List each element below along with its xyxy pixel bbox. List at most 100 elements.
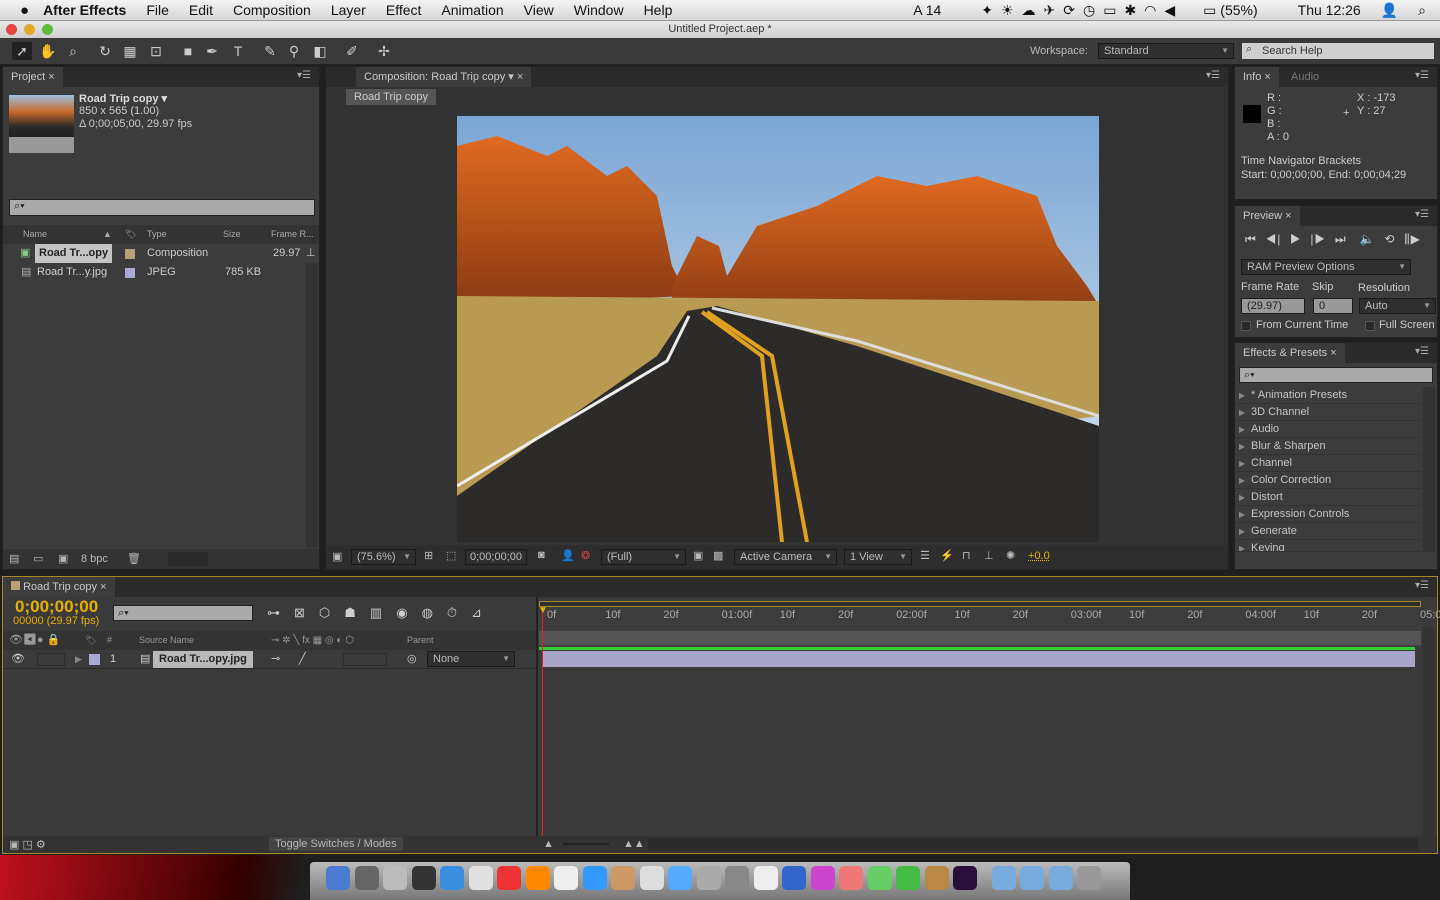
eraser-tool-icon[interactable]: ◧ — [310, 42, 330, 60]
sort-icon[interactable]: ▲ — [103, 225, 112, 244]
composition-mini-flowchart-icon[interactable]: ⊶ — [267, 605, 294, 620]
av-switches[interactable] — [37, 653, 65, 666]
channels-icon[interactable]: ❂ — [581, 549, 590, 562]
pickwhip-icon[interactable]: ◎ — [407, 650, 417, 669]
dock-app-icon[interactable] — [611, 866, 635, 890]
workspace-dropdown[interactable]: Standard — [1098, 43, 1234, 59]
dock-app-icon[interactable] — [411, 866, 436, 890]
zoom-window-button[interactable] — [42, 24, 53, 35]
effects-category[interactable]: Color Correction — [1235, 472, 1421, 489]
flowchart-icon[interactable]: ⊥ — [984, 549, 994, 562]
menu-composition[interactable]: Composition — [233, 2, 311, 18]
label-color[interactable] — [125, 249, 135, 259]
dock-app-icon[interactable] — [1048, 866, 1073, 890]
av-features-icons[interactable]: 👁◀● 🔒 — [9, 631, 60, 650]
show-snapshot-icon[interactable]: 👤 — [561, 549, 575, 562]
col-source-name[interactable]: Source Name — [139, 631, 194, 650]
menu-file[interactable]: File — [146, 2, 169, 18]
timeline-hscroll[interactable] — [648, 838, 1418, 850]
search-help-input[interactable]: Search Help — [1242, 43, 1434, 59]
toggle-switches-modes-button[interactable]: Toggle Switches / Modes — [269, 837, 403, 851]
motion-blur-icon[interactable]: ◉ — [396, 605, 421, 620]
effects-category[interactable]: Keying — [1235, 540, 1421, 552]
bit-depth-button[interactable]: 8 bpc — [81, 553, 108, 565]
dock-app-icon[interactable] — [696, 866, 721, 890]
layer-switches-toggle-icon[interactable]: ▣ ◳ ⚙ — [9, 838, 46, 851]
fast-previews-icon[interactable]: ⚡ — [940, 549, 954, 562]
dock-app-icon[interactable] — [991, 866, 1016, 890]
menu-edit[interactable]: Edit — [189, 2, 213, 18]
always-preview-icon[interactable]: ▣ — [332, 550, 342, 563]
last-frame-icon[interactable]: ⏭ — [1335, 232, 1347, 246]
dock-app-icon[interactable] — [924, 866, 949, 890]
tab-project[interactable]: Project × — [3, 67, 63, 87]
expand-arrow-icon[interactable]: ▶ — [75, 650, 82, 669]
effects-category[interactable]: Distort — [1235, 489, 1421, 506]
timeline-search-input[interactable]: ⌕▾ — [113, 605, 253, 621]
panel-menu-icon[interactable]: ▾☰ — [1415, 70, 1429, 81]
transparency-grid-icon[interactable]: ▩ — [713, 549, 723, 562]
frame-blending-icon[interactable]: ▥ — [370, 605, 396, 620]
audio-icon[interactable]: 🔈 — [1360, 232, 1376, 246]
reset-exposure-icon[interactable]: ✺ — [1006, 549, 1015, 562]
pen-tool-icon[interactable]: ✒ — [202, 42, 222, 60]
minimize-window-button[interactable] — [24, 24, 35, 35]
region-of-interest-icon[interactable]: ▣ — [693, 549, 703, 562]
menu-layer[interactable]: Layer — [331, 2, 366, 18]
panel-menu-icon[interactable]: ▾☰ — [1415, 580, 1429, 591]
dock-app-icon[interactable] — [896, 866, 920, 890]
text-tool-icon[interactable]: T — [228, 42, 248, 60]
magnification-dropdown[interactable]: (75.6%) — [351, 549, 416, 565]
layer-switches[interactable] — [343, 653, 387, 666]
layer-name[interactable]: Road Tr...opy.jpg — [153, 651, 253, 668]
col-size[interactable]: Size — [223, 225, 241, 244]
effects-category[interactable]: Blur & Sharpen — [1235, 438, 1421, 455]
close-window-button[interactable] — [6, 24, 17, 35]
dock-app-icon[interactable] — [753, 866, 778, 890]
menu-effect[interactable]: Effect — [386, 2, 422, 18]
label-icon[interactable]: 🏷 — [85, 631, 96, 650]
zoom-in-icon[interactable]: ▲▲ — [623, 838, 645, 850]
label-color[interactable] — [125, 268, 135, 278]
dock-app-icon[interactable] — [497, 866, 521, 890]
mask-visibility-icon[interactable]: ⬚ — [446, 549, 456, 562]
draft-3d-icon[interactable]: ⬡ — [319, 605, 344, 620]
time-ruler[interactable]: 0f 10f 20f 01:00f 10f 20f 02:00f 10f 20f 03:00f 10… — [539, 599, 1440, 647]
dock-app-icon[interactable] — [440, 866, 464, 890]
pixel-aspect-icon[interactable]: ☰ — [920, 549, 930, 562]
brush-tool-icon[interactable]: ✎ — [260, 42, 280, 60]
exposure-value[interactable]: +0.0 — [1028, 550, 1050, 562]
menu-help[interactable]: Help — [644, 2, 673, 18]
composition-viewer[interactable] — [457, 116, 1099, 542]
live-update-icon[interactable]: ⊠ — [294, 605, 319, 620]
spotlight-icon[interactable]: ⌕ — [1418, 2, 1426, 19]
skip-dropdown[interactable]: 0 — [1313, 298, 1353, 314]
ram-preview-icon[interactable]: ⫼▶ — [1404, 232, 1421, 246]
comp-name[interactable]: Road Trip copy ▾ — [79, 92, 167, 105]
frame-rate-dropdown[interactable]: (29.97) — [1241, 298, 1305, 314]
effects-category[interactable]: Expression Controls — [1235, 506, 1421, 523]
dock-app-icon[interactable] — [725, 866, 749, 890]
col-type[interactable]: Type — [147, 225, 167, 244]
label-icon[interactable]: 🏷 — [125, 225, 136, 244]
comp-subtab[interactable]: Road Trip copy — [346, 89, 436, 105]
playhead[interactable] — [542, 607, 543, 837]
status-icons[interactable]: ✦☀☁✈⟳◷▭✱◠◀ — [981, 2, 1183, 19]
dock-app-icon[interactable] — [782, 866, 806, 890]
grid-guides-icon[interactable]: ⊞ — [424, 549, 433, 562]
col-parent[interactable]: Parent — [407, 631, 434, 650]
new-folder-icon[interactable]: ▭ — [33, 552, 43, 565]
pan-behind-tool-icon[interactable]: ⊡ — [146, 42, 166, 60]
loop-icon[interactable]: ⟲ — [1384, 232, 1395, 246]
project-hscroll[interactable] — [168, 552, 208, 566]
clock[interactable]: Thu 12:26 — [1298, 2, 1361, 18]
dock-app-icon[interactable] — [582, 866, 607, 890]
first-frame-icon[interactable]: ⏮ — [1245, 232, 1257, 246]
from-current-time-checkbox[interactable] — [1241, 321, 1251, 331]
panel-menu-icon[interactable]: ▾☰ — [1415, 346, 1429, 357]
tab-composition[interactable]: Composition: Road Trip copy ▾ × — [356, 67, 532, 87]
menu-animation[interactable]: Animation — [441, 2, 503, 18]
graph-editor-icon[interactable]: ⊿ — [471, 605, 496, 620]
current-time-display[interactable]: 0;00;00;00 — [15, 597, 98, 617]
tab-audio[interactable]: Audio — [1283, 67, 1328, 87]
